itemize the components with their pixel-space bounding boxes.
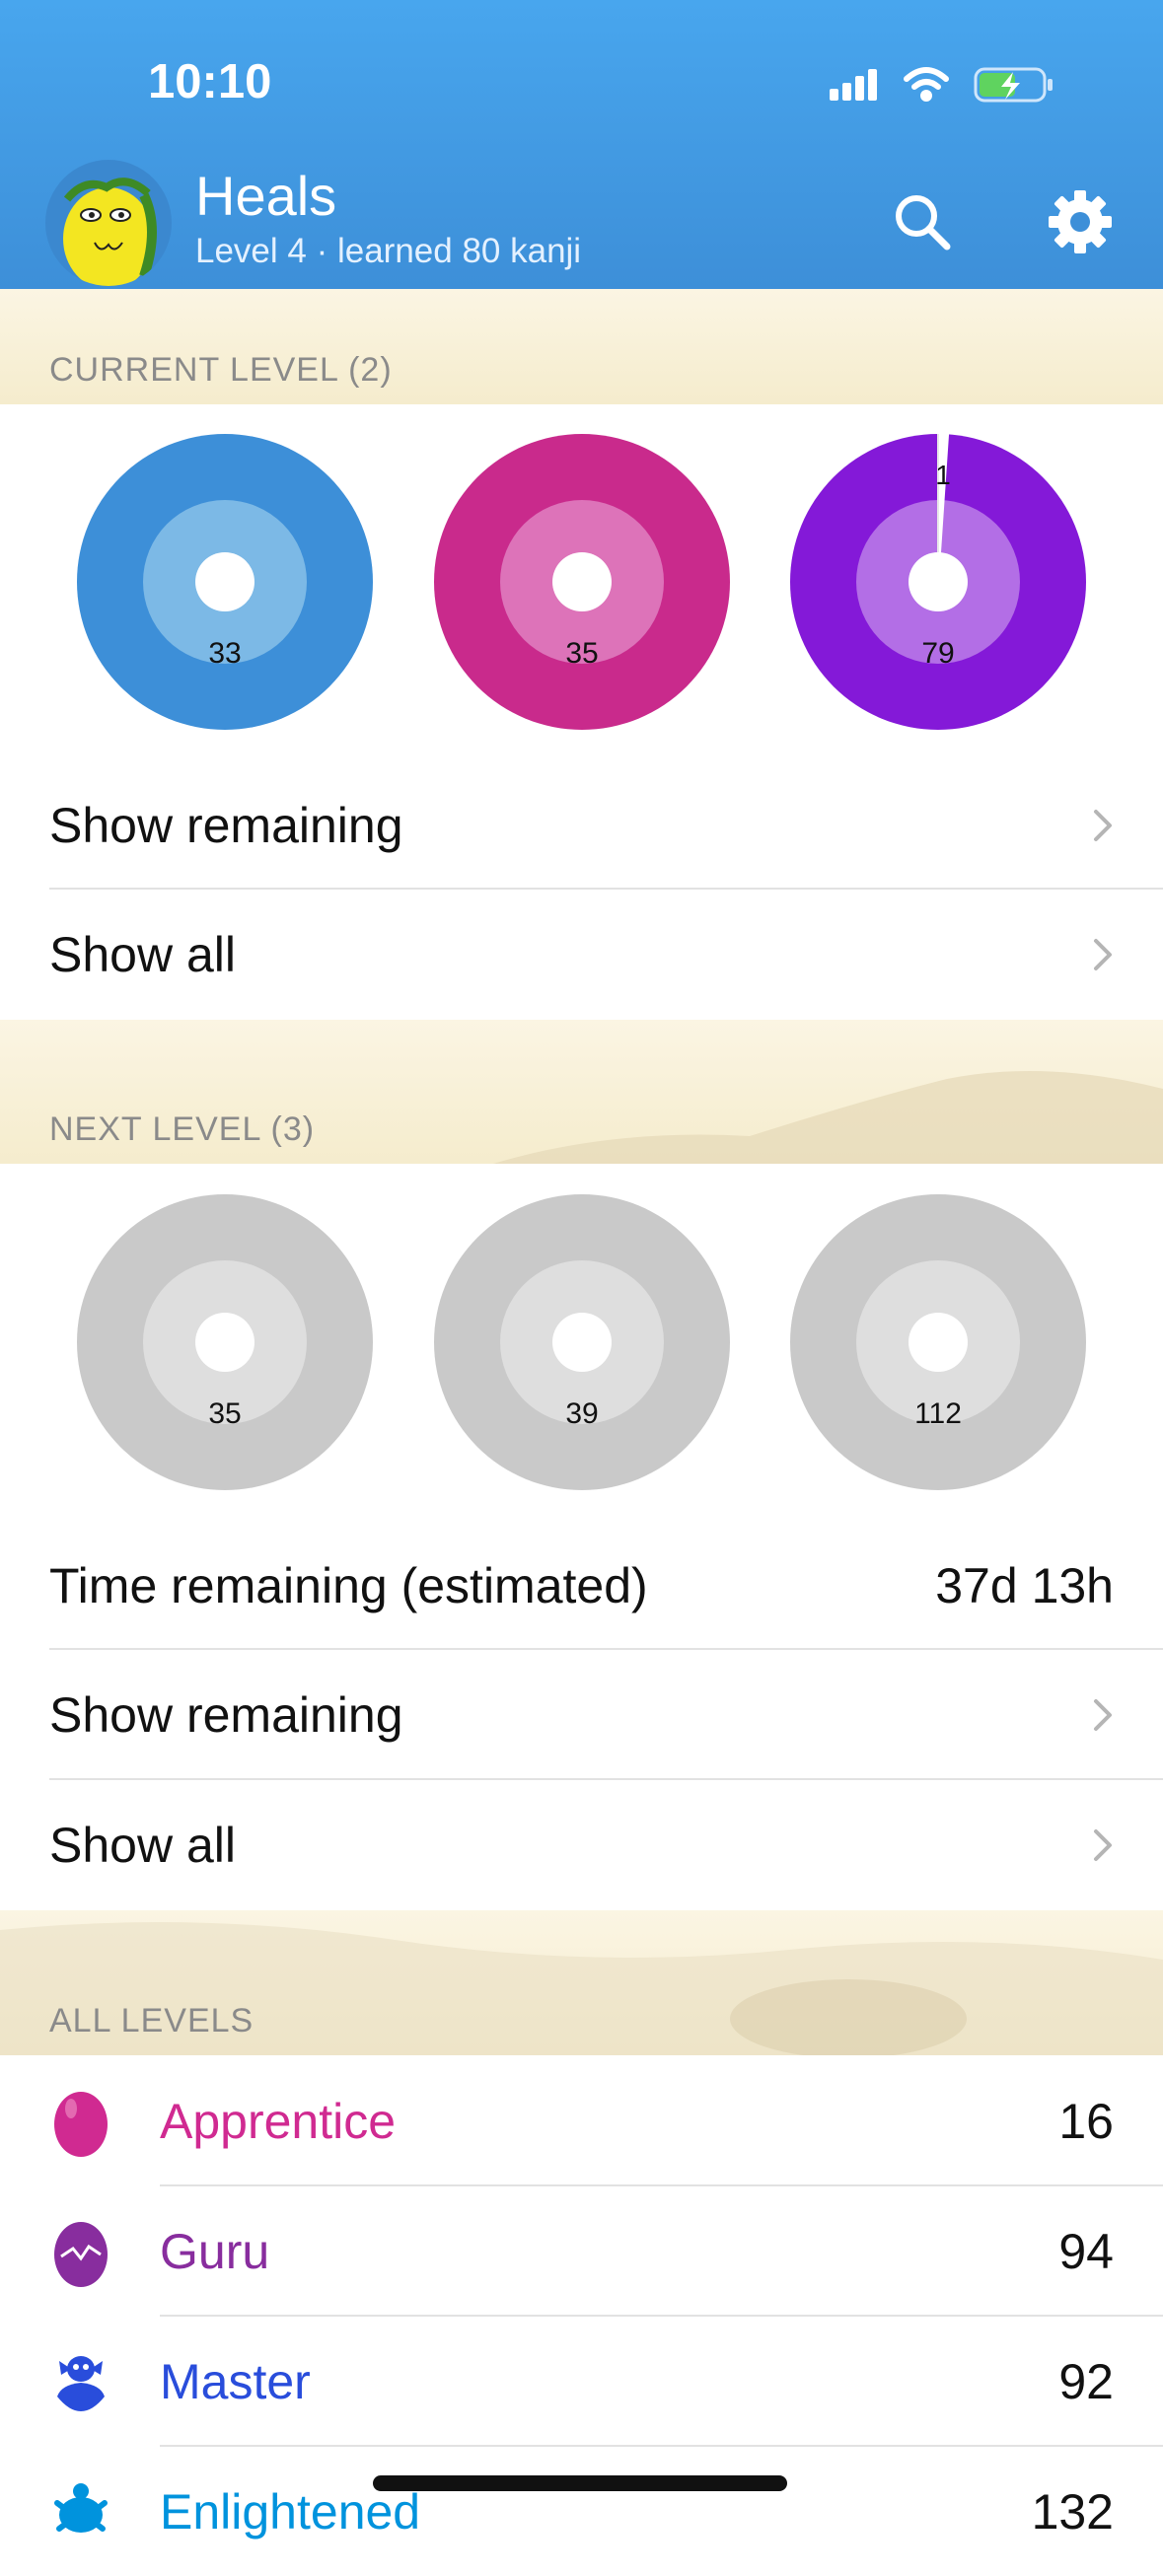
chart-count-label: 39 <box>565 1397 599 1430</box>
section-title: ALL LEVELS <box>49 2002 254 2039</box>
home-indicator[interactable] <box>373 2475 787 2491</box>
chart-count-label: 35 <box>208 1397 242 1430</box>
app-header: 10:10 Heals Level 4 · learned 80 kanji <box>0 0 1163 289</box>
cellular-signal-icon <box>830 69 877 101</box>
divider <box>160 2445 1163 2447</box>
current-show-remaining-row[interactable]: Show remaining <box>0 761 1163 890</box>
next-vocabulary-chart[interactable] <box>790 1194 1086 1490</box>
divider <box>49 888 1163 890</box>
divider <box>160 2315 1163 2317</box>
level-row-master[interactable]: Master 92 <box>0 2318 1163 2446</box>
avatar[interactable] <box>45 160 172 286</box>
search-icon[interactable] <box>888 187 957 256</box>
level-row-guru[interactable]: Guru 94 <box>0 2187 1163 2316</box>
chart-count-label: 33 <box>208 637 242 670</box>
crabigator-avatar-icon <box>63 178 157 286</box>
user-name: Heals <box>195 165 337 227</box>
current-show-all-row[interactable]: Show all <box>0 891 1163 1019</box>
chart-count-label: 112 <box>914 1397 962 1430</box>
level-name: Enlightened <box>160 2484 421 2540</box>
turtle-icon <box>54 2483 108 2533</box>
row-label: Show remaining <box>49 798 403 853</box>
status-time: 10:10 <box>148 55 272 108</box>
row-label: Show all <box>49 927 236 982</box>
hatching-egg-icon <box>54 2222 108 2287</box>
kanji-progress-chart[interactable] <box>434 434 730 730</box>
chart-count-label: 35 <box>565 637 599 670</box>
level-row-enlightened[interactable]: Enlightened 132 <box>0 2448 1163 2576</box>
gear-icon[interactable] <box>1046 187 1115 256</box>
row-label: Show remaining <box>49 1687 403 1743</box>
row-label: Show all <box>49 1818 236 1873</box>
status-icons <box>830 67 1053 103</box>
chart-count-label: 79 <box>921 637 955 670</box>
slice-count-label: 1 <box>935 460 951 490</box>
section-header-all-levels: ALL LEVELS <box>0 1910 1163 2055</box>
divider <box>160 2184 1163 2186</box>
battery-charging-icon <box>974 67 1053 103</box>
level-name: Master <box>160 2354 311 2409</box>
row-label: Time remaining (estimated) <box>49 1558 648 1613</box>
section-header-current-level: CURRENT LEVEL (2) <box>0 289 1163 404</box>
level-name: Apprentice <box>160 2094 397 2149</box>
next-radicals-chart[interactable] <box>77 1194 373 1490</box>
level-count: 132 <box>1031 2484 1114 2540</box>
level-count: 16 <box>1058 2094 1114 2149</box>
next-kanji-chart[interactable] <box>434 1194 730 1490</box>
chevron-right-icon <box>1094 1699 1112 1731</box>
hatchling-icon <box>57 2356 105 2411</box>
level-name: Guru <box>160 2224 270 2279</box>
time-remaining-value: 37d 13h <box>935 1558 1114 1613</box>
egg-icon <box>54 2092 108 2157</box>
section-title: NEXT LEVEL (3) <box>49 1110 316 1148</box>
level-count: 94 <box>1058 2224 1114 2279</box>
radicals-progress-chart[interactable] <box>77 434 373 730</box>
section-title: CURRENT LEVEL (2) <box>49 351 393 389</box>
time-remaining-row: Time remaining (estimated) 37d 13h <box>0 1522 1163 1650</box>
section-header-next-level: NEXT LEVEL (3) <box>0 1020 1163 1164</box>
divider <box>49 1778 1163 1780</box>
level-count: 92 <box>1058 2354 1114 2409</box>
chevron-right-icon <box>1094 939 1112 970</box>
wifi-icon <box>904 67 949 102</box>
divider <box>49 1648 1163 1650</box>
user-level-summary: Level 4 · learned 80 kanji <box>195 232 582 270</box>
next-show-all-row[interactable]: Show all <box>0 1781 1163 1909</box>
next-show-remaining-row[interactable]: Show remaining <box>0 1651 1163 1779</box>
level-row-apprentice[interactable]: Apprentice 16 <box>0 2057 1163 2185</box>
chevron-right-icon <box>1094 1829 1112 1861</box>
chevron-right-icon <box>1094 810 1112 841</box>
